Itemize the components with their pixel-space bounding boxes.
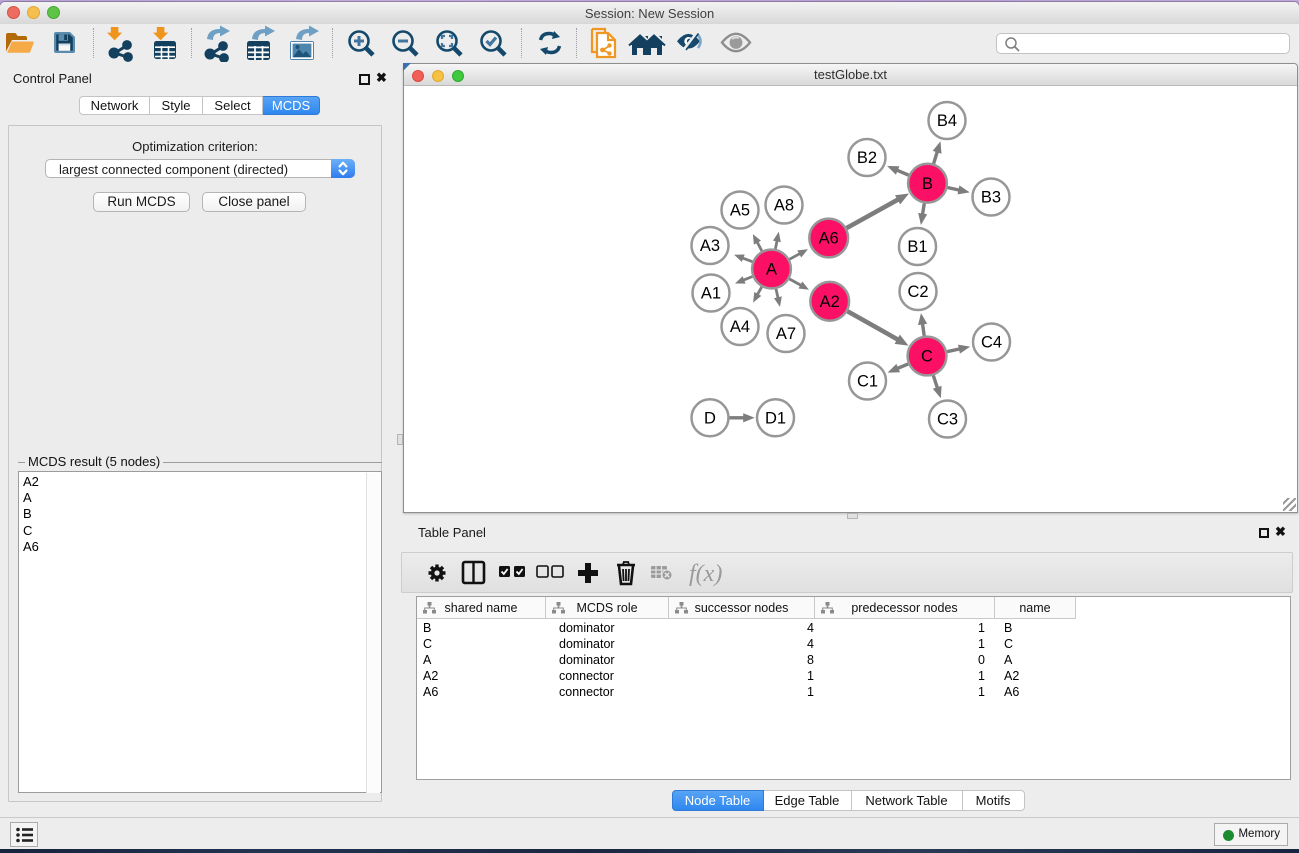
svg-text:C3: C3 xyxy=(937,411,958,429)
svg-text:A: A xyxy=(766,261,777,279)
svg-text:A6: A6 xyxy=(819,230,839,248)
svg-text:B1: B1 xyxy=(907,238,927,256)
svg-text:A4: A4 xyxy=(730,318,750,336)
svg-text:D1: D1 xyxy=(765,410,786,428)
svg-text:C2: C2 xyxy=(907,283,928,301)
svg-text:A1: A1 xyxy=(701,285,721,303)
svg-text:A5: A5 xyxy=(730,202,750,220)
svg-text:A7: A7 xyxy=(776,325,796,343)
svg-text:A2: A2 xyxy=(820,293,840,311)
svg-text:D: D xyxy=(704,410,716,428)
svg-text:C: C xyxy=(921,348,933,366)
svg-text:A8: A8 xyxy=(774,197,794,215)
svg-text:f(x): f(x) xyxy=(689,561,722,587)
svg-text:C1: C1 xyxy=(857,373,878,391)
svg-text:C4: C4 xyxy=(981,334,1002,352)
svg-text:A3: A3 xyxy=(700,237,720,255)
svg-text:B2: B2 xyxy=(857,149,877,167)
svg-text:B: B xyxy=(922,175,933,193)
svg-text:B3: B3 xyxy=(981,189,1001,207)
svg-text:B4: B4 xyxy=(937,112,957,130)
